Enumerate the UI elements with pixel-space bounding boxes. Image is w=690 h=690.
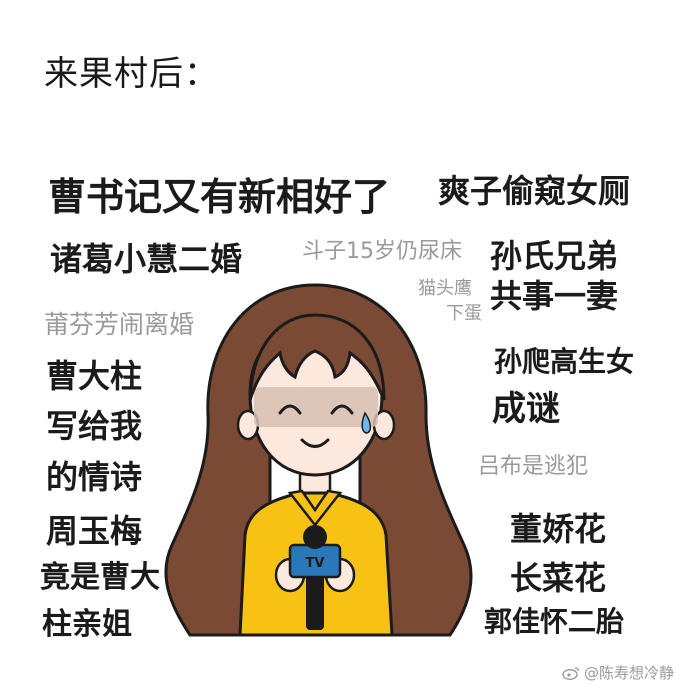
note-sun-2: 共事一妻 bbox=[490, 277, 619, 315]
note-cao-poem-3: 的情诗 bbox=[46, 458, 143, 496]
note-zhuge: 诸葛小慧二婚 bbox=[50, 240, 243, 278]
note-douzi: 斗子15岁仍尿床 bbox=[302, 239, 462, 264]
note-cao-new-love: 曹书记又有新相好了 bbox=[48, 175, 391, 219]
note-sunpa-1: 孙爬高生女 bbox=[494, 345, 635, 378]
reporter-girl-illustration: TV bbox=[164, 283, 473, 637]
watermark: @陈寿想冷静 bbox=[562, 662, 674, 683]
note-zhou-2: 竟是曹大 bbox=[40, 560, 160, 595]
watermark-text: @陈寿想冷静 bbox=[583, 664, 674, 682]
note-dong-2: 长菜花 bbox=[510, 559, 607, 597]
awkward-shade bbox=[254, 387, 378, 427]
note-sunpa-2: 成谜 bbox=[492, 389, 560, 429]
mic-head bbox=[303, 525, 327, 549]
mic-tv-label: TV bbox=[306, 556, 325, 571]
note-cao-poem-2: 写给我 bbox=[46, 407, 143, 445]
note-cao-poem-1: 曹大柱 bbox=[46, 357, 143, 395]
note-zhou-3: 柱亲姐 bbox=[42, 607, 132, 642]
weibo-icon bbox=[562, 666, 580, 680]
note-dong-1: 董娇花 bbox=[510, 510, 607, 548]
note-zhou-1: 周玉梅 bbox=[46, 512, 143, 550]
note-guo: 郭佳怀二胎 bbox=[484, 605, 625, 638]
note-shuangzi: 爽子偷窥女厕 bbox=[438, 172, 631, 210]
note-lvbu: 吕布是逃犯 bbox=[478, 454, 589, 479]
mic-handle bbox=[306, 570, 324, 630]
page-title: 来果村后： bbox=[44, 54, 219, 94]
note-sun-1: 孙氏兄弟 bbox=[490, 237, 619, 275]
